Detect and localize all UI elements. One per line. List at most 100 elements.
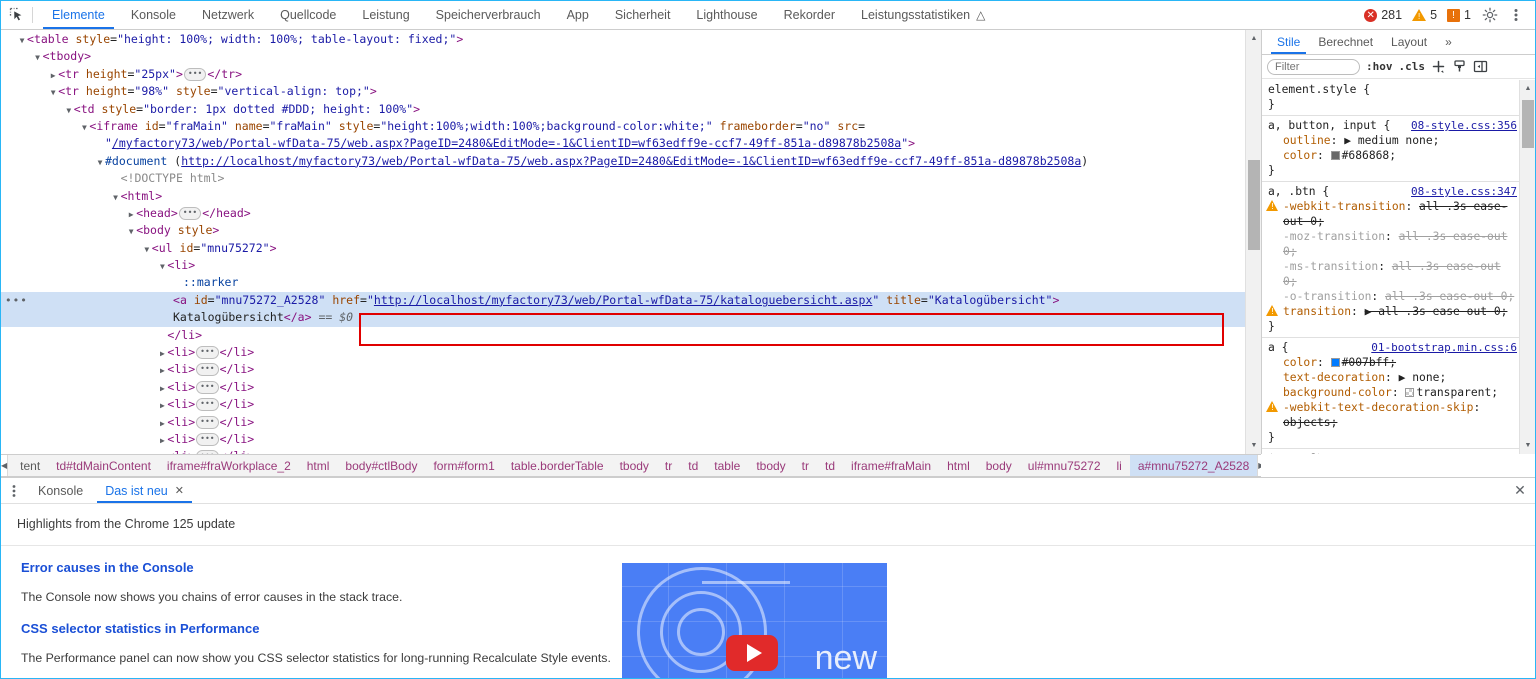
whats-new-video-thumbnail[interactable]: new (622, 563, 887, 678)
breadcrumb-item-tr[interactable]: tr (657, 455, 680, 476)
gear-icon[interactable] (1477, 2, 1503, 28)
css-selector[interactable]: a, button, input { (1268, 119, 1390, 132)
dom-tree-row[interactable]: <!DOCTYPE html> (1, 170, 1245, 187)
breadcrumb[interactable]: ◀ tent td#tdMainContent iframe#fraWorkplace… (1, 454, 1261, 477)
warning-count-button[interactable]: ! 5 (1407, 8, 1442, 22)
breadcrumb-item-td-tdmaincontent[interactable]: td#tdMainContent (48, 455, 159, 476)
tab-berechnet[interactable]: Berechnet (1309, 30, 1382, 54)
breadcrumb-item-iframe-framain[interactable]: iframe#fraMain (843, 455, 939, 476)
expand-arrow-icon[interactable] (157, 258, 167, 275)
breadcrumb-item-td[interactable]: td (817, 455, 843, 476)
css-source-link[interactable]: 08-style.css:356 (1411, 118, 1517, 133)
dom-tree-row[interactable]: <html> (1, 188, 1245, 205)
node-gutter-menu-icon[interactable]: ••• (5, 292, 28, 309)
tab-quellcode[interactable]: Quellcode (267, 1, 349, 29)
breadcrumb-scroll-right[interactable]: ▶ (1257, 455, 1261, 476)
css-value[interactable]: objects; (1283, 416, 1337, 429)
dom-tree-row[interactable]: <tbody> (1, 48, 1245, 65)
expand-arrow-icon[interactable] (95, 136, 105, 153)
expand-arrow-icon[interactable] (142, 241, 152, 258)
css-rule[interactable]: element.style {} (1262, 80, 1521, 116)
css-value[interactable]: ▶ all .3s ease out 0; (1365, 305, 1508, 318)
drawer-tab-das-ist-neu[interactable]: Das ist neu ✕ (94, 478, 195, 503)
tab-leistung[interactable]: Leistung (349, 1, 422, 29)
style-pin-icon[interactable] (1452, 59, 1467, 74)
tab-elemente[interactable]: Elemente (39, 1, 118, 29)
css-declaration[interactable]: -moz-transition: all .3s ease-out 0; (1262, 229, 1521, 259)
expand-arrow-icon[interactable] (157, 432, 167, 449)
expand-arrow-icon[interactable] (157, 397, 167, 414)
expand-arrow-icon[interactable] (64, 102, 74, 119)
info-count-button[interactable]: ! 1 (1442, 8, 1476, 22)
tab-layout[interactable]: Layout (1382, 30, 1436, 54)
breadcrumb-item-body[interactable]: body (978, 455, 1020, 476)
css-declaration[interactable]: -ms-transition: all .3s ease-out 0; (1262, 259, 1521, 289)
styles-scrollbar-thumb[interactable] (1522, 100, 1534, 148)
expand-arrow-icon[interactable] (126, 223, 136, 240)
tab-rekorder[interactable]: Rekorder (771, 1, 848, 29)
dom-tree-row[interactable]: <table style="height: 100%; width: 100%;… (1, 31, 1245, 48)
dom-tree-row[interactable]: <tr height="98%" style="vertical-align: … (1, 83, 1245, 100)
styles-scroll-up-arrow[interactable]: ▲ (1520, 80, 1535, 97)
youtube-play-icon[interactable] (726, 635, 778, 671)
styles-more-tabs-button[interactable]: » (1436, 30, 1461, 54)
scrollbar-thumb[interactable] (1248, 160, 1260, 250)
breadcrumb-item-form-form1[interactable]: form#form1 (425, 455, 502, 476)
expand-arrow-icon[interactable] (33, 49, 43, 66)
breadcrumb-item-tr[interactable]: tr (794, 455, 817, 476)
cls-toggle-button[interactable]: .cls (1399, 60, 1426, 73)
css-declaration[interactable]: -o-transition: all .3s ease-out 0; (1262, 289, 1521, 304)
dom-tree-scrollbar[interactable]: ▲ ▼ (1245, 30, 1261, 454)
dom-tree-row[interactable]: <td style="border: 1px dotted #DDD; heig… (1, 101, 1245, 118)
breadcrumb-item-tent[interactable]: tent (8, 455, 48, 476)
tab-speicherverbrauch[interactable]: Speicherverbrauch (423, 1, 554, 29)
hov-toggle-button[interactable]: :hov (1366, 60, 1393, 73)
css-property[interactable]: -webkit-transition (1283, 200, 1405, 213)
expand-arrow-icon[interactable] (157, 415, 167, 432)
css-property[interactable]: outline (1283, 134, 1331, 147)
expand-arrow-icon[interactable] (157, 328, 167, 345)
css-property[interactable]: -o-transition (1283, 290, 1371, 303)
dom-tree-row[interactable]: <li>•••</li> (1, 344, 1245, 361)
breadcrumb-item-html[interactable]: html (299, 455, 338, 476)
dom-tree-row[interactable]: #document (http://localhost/myfactory73/… (1, 153, 1245, 170)
css-declaration[interactable]: background-color: transparent; (1262, 385, 1521, 400)
breadcrumb-item-td[interactable]: td (680, 455, 706, 476)
css-source-link[interactable]: 01-bootstrap.min.css:6 (1371, 340, 1517, 355)
tab-stile[interactable]: Stile (1268, 30, 1309, 54)
close-icon[interactable]: ✕ (1505, 478, 1535, 503)
dom-tree-row[interactable]: <li>•••</li> (1, 431, 1245, 448)
css-value[interactable]: transparent; (1405, 386, 1498, 399)
drawer-tab-konsole[interactable]: Konsole (27, 478, 94, 503)
expand-arrow-icon[interactable] (126, 206, 136, 223)
css-selector[interactable]: a { (1268, 341, 1288, 354)
dom-tree-row[interactable]: <iframe id="fraMain" name="fraMain" styl… (1, 118, 1245, 135)
expand-arrow-icon[interactable] (79, 119, 89, 136)
css-source-link[interactable]: 08-style.css:347 (1411, 184, 1517, 199)
dom-tree-row[interactable]: <li>•••</li> (1, 396, 1245, 413)
dom-tree[interactable]: <table style="height: 100%; width: 100%;… (1, 30, 1245, 454)
css-rule[interactable]: a, .btn {08-style.css:347! -webkit-transi… (1262, 182, 1521, 338)
dom-tree-row[interactable]: <tr height="25px">•••</tr> (1, 66, 1245, 83)
color-swatch[interactable] (1405, 388, 1415, 397)
dom-tree-row[interactable]: <ul id="mnu75272"> (1, 240, 1245, 257)
scroll-up-arrow[interactable]: ▲ (1246, 30, 1261, 47)
dom-tree-pane[interactable]: <table style="height: 100%; width: 100%;… (1, 30, 1261, 454)
dom-tree-row[interactable]: </li> (1, 327, 1245, 344)
plus-icon[interactable] (1431, 59, 1446, 74)
expand-arrow-icon[interactable] (173, 275, 183, 292)
dom-tree-row[interactable]: ::marker (1, 274, 1245, 291)
inspect-element-icon[interactable] (1, 1, 32, 29)
css-selector[interactable]: element.style { (1268, 83, 1370, 96)
css-declaration[interactable]: ! -webkit-transition: all .3s ease-out 0; (1262, 199, 1521, 229)
css-property[interactable]: -ms-transition (1283, 260, 1378, 273)
css-declaration[interactable]: outline: ▶ medium none; (1262, 133, 1521, 148)
tab-sicherheit[interactable]: Sicherheit (602, 1, 684, 29)
tab-netzwerk[interactable]: Netzwerk (189, 1, 267, 29)
breadcrumb-item-tbody[interactable]: tbody (748, 455, 793, 476)
css-rule[interactable]: *, ::after,01-bootstrap.min.css:6::befor… (1262, 449, 1521, 454)
dom-tree-row[interactable]: <li>•••</li> (1, 361, 1245, 378)
breadcrumb-item-tbody[interactable]: tbody (612, 455, 657, 476)
drawer-kebab-menu-icon[interactable] (1, 478, 27, 503)
dom-tree-row[interactable]: "/myfactory73/web/Portal-wfData-75/web.a… (1, 135, 1245, 152)
